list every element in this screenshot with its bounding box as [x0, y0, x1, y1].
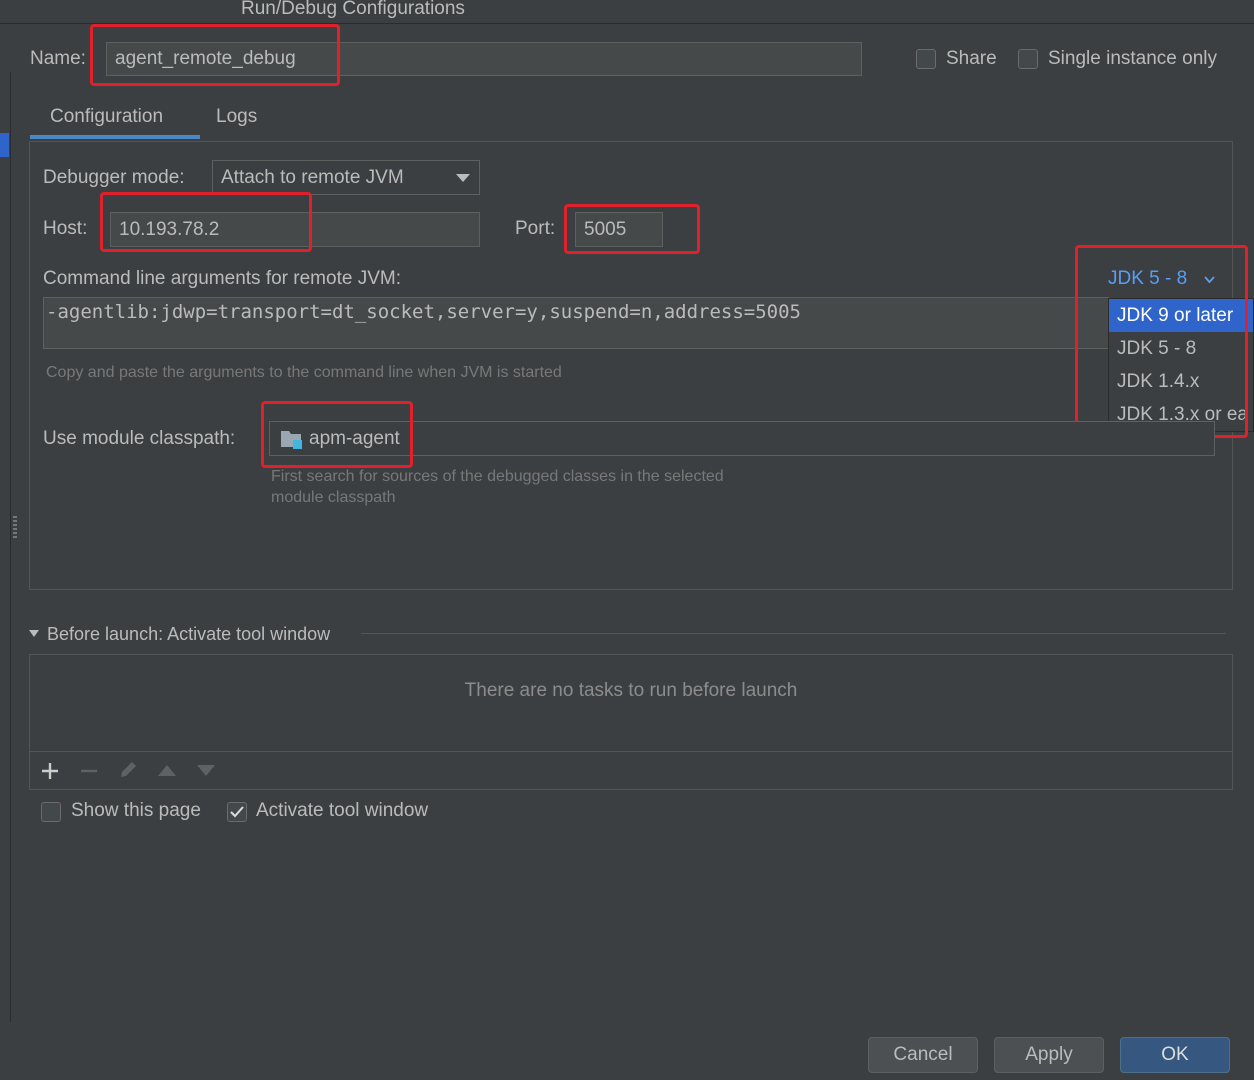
- config-tree-strip[interactable]: [0, 72, 11, 1022]
- config-tree-selection: [0, 133, 9, 157]
- host-label: Host:: [43, 218, 88, 239]
- debugger-mode-label: Debugger mode:: [43, 167, 185, 188]
- module-classpath-label: Use module classpath:: [43, 428, 236, 449]
- activate-tool-window-label: Activate tool window: [256, 800, 429, 821]
- apply-button-label: Apply: [1025, 1044, 1073, 1065]
- highlight-jdk: [1075, 245, 1248, 438]
- move-down-icon[interactable]: [197, 765, 215, 776]
- ok-button[interactable]: OK: [1120, 1037, 1230, 1073]
- edit-icon[interactable]: [118, 760, 138, 780]
- dropdown-arrow-icon: [456, 174, 470, 182]
- title-bar: Run/Debug Configurations: [0, 0, 1254, 24]
- tab-configuration[interactable]: Configuration: [50, 106, 163, 128]
- cmdline-hint: Copy and paste the arguments to the comm…: [46, 364, 562, 381]
- highlight-module: [261, 401, 413, 468]
- show-page-checkbox[interactable]: [41, 802, 61, 822]
- highlight-host: [100, 192, 312, 252]
- active-tab-indicator: [30, 135, 200, 139]
- share-label: Share: [946, 48, 997, 69]
- remove-icon[interactable]: [80, 762, 98, 780]
- debugger-mode-value: Attach to remote JVM: [221, 166, 404, 188]
- single-instance-label: Single instance only: [1048, 48, 1217, 69]
- highlight-port: [564, 204, 700, 254]
- module-hint-line1: First search for sources of the debugged…: [271, 468, 724, 485]
- single-instance-checkbox[interactable]: [1018, 49, 1038, 69]
- cmdline-args-field[interactable]: -agentlib:jdwp=transport=dt_socket,serve…: [43, 297, 1109, 349]
- module-hint-line2: module classpath: [271, 489, 396, 506]
- before-launch-separator: [361, 633, 1226, 634]
- activate-tool-window-checkbox[interactable]: [227, 802, 247, 822]
- cmdline-args-value: -agentlib:jdwp=transport=dt_socket,serve…: [46, 301, 801, 323]
- move-up-icon[interactable]: [158, 765, 176, 776]
- apply-button[interactable]: Apply: [994, 1037, 1104, 1073]
- cancel-button-label: Cancel: [893, 1044, 953, 1065]
- splitter-grip-icon[interactable]: [13, 516, 17, 540]
- cmdline-label: Command line arguments for remote JVM:: [43, 268, 401, 289]
- checkmark-icon: [230, 806, 244, 818]
- show-page-label: Show this page: [71, 800, 201, 821]
- before-launch-empty-text: There are no tasks to run before launch: [464, 680, 798, 701]
- collapse-triangle-icon[interactable]: [29, 630, 39, 637]
- add-icon[interactable]: [41, 762, 59, 780]
- port-label: Port:: [515, 218, 556, 239]
- before-launch-title: Before launch: Activate tool window: [47, 624, 331, 644]
- share-checkbox[interactable]: [916, 49, 936, 69]
- debugger-mode-select[interactable]: Attach to remote JVM: [212, 160, 480, 195]
- before-launch-toolbar-divider: [30, 751, 1232, 752]
- tab-logs[interactable]: Logs: [216, 106, 257, 128]
- name-label: Name:: [30, 48, 86, 69]
- highlight-name: [90, 24, 340, 86]
- window-title: Run/Debug Configurations: [241, 0, 465, 19]
- ok-button-label: OK: [1161, 1044, 1189, 1065]
- cancel-button[interactable]: Cancel: [868, 1037, 978, 1073]
